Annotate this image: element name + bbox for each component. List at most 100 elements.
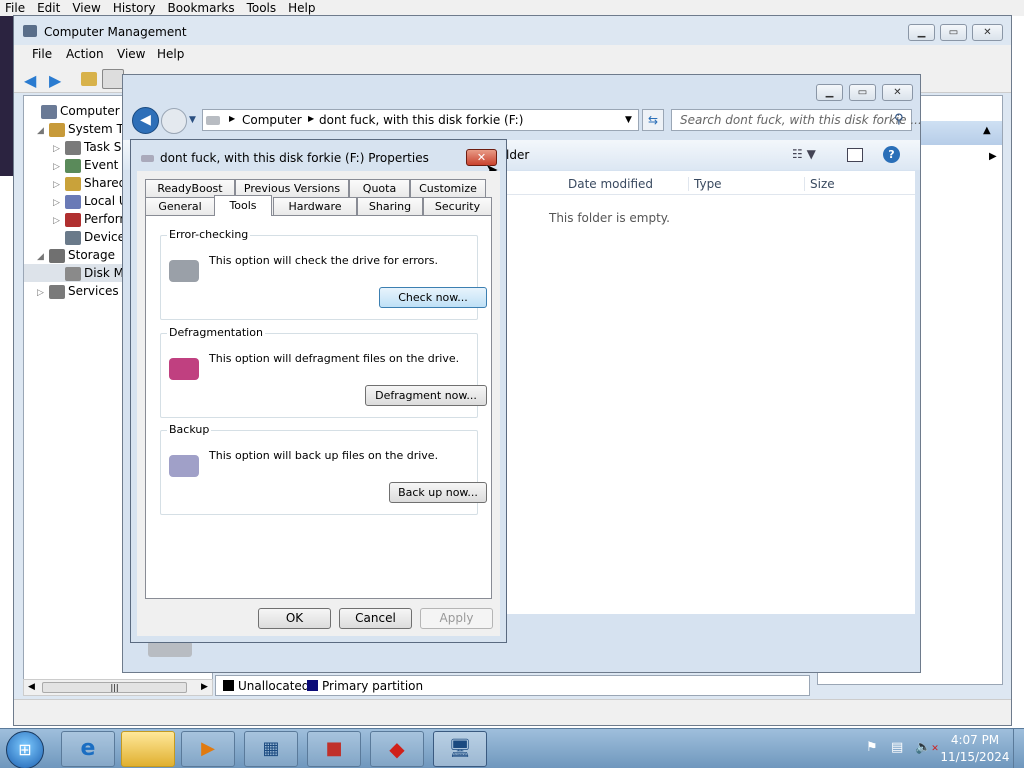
column-header-row: Date modified Type Size bbox=[506, 171, 915, 195]
host-menu-item[interactable]: Edit bbox=[37, 1, 60, 15]
taskbar-media-player-icon[interactable]: ▶ bbox=[181, 731, 235, 767]
explorer-forward-button[interactable] bbox=[161, 108, 187, 134]
back-arrow-icon[interactable]: ◀ bbox=[24, 71, 36, 90]
disk-check-icon bbox=[169, 260, 199, 282]
host-menu-item[interactable]: Help bbox=[288, 1, 315, 15]
host-menu-item[interactable]: Bookmarks bbox=[168, 1, 235, 15]
tab-quota[interactable]: Quota bbox=[349, 179, 410, 198]
tree-item-label: Storage bbox=[68, 248, 115, 262]
taskbar-ie-icon[interactable]: e bbox=[61, 731, 115, 767]
explorer-back-button[interactable]: ◀ bbox=[132, 107, 159, 134]
menu-file[interactable]: File bbox=[32, 47, 52, 61]
collapse-actions-icon[interactable]: ▲ bbox=[983, 125, 991, 136]
host-menu-item[interactable]: File bbox=[5, 1, 25, 15]
file-list: Date modified Type Size This folder is e… bbox=[506, 171, 915, 614]
tab-tools-active[interactable]: Tools bbox=[214, 195, 272, 216]
tab-general[interactable]: General bbox=[145, 197, 215, 216]
dialog-body: ReadyBoost Previous Versions Quota Customiz… bbox=[137, 171, 500, 636]
host-menu-item[interactable]: History bbox=[113, 1, 156, 15]
group-error-checking: Error-checking This option will check the… bbox=[160, 228, 487, 320]
ok-button[interactable]: OK bbox=[258, 608, 331, 629]
tree-item-label: Device bbox=[84, 230, 126, 244]
apply-button[interactable]: Apply bbox=[420, 608, 493, 629]
taskbar-network-icon[interactable]: ▦ bbox=[244, 731, 298, 767]
tree-node-icon bbox=[65, 266, 81, 281]
menu-view[interactable]: View bbox=[117, 47, 145, 61]
preview-pane-icon[interactable] bbox=[847, 148, 863, 162]
column-type[interactable]: Type bbox=[688, 177, 722, 191]
taskbar-explorer-icon[interactable] bbox=[121, 731, 175, 767]
menu-action[interactable]: Action bbox=[66, 47, 104, 61]
refresh-button[interactable]: ⇆ bbox=[642, 109, 664, 131]
action-center-flag-icon[interactable]: ⚑ bbox=[866, 740, 878, 755]
tree-item-label: System To bbox=[68, 122, 130, 136]
forward-arrow-icon[interactable]: ▶ bbox=[49, 71, 61, 90]
search-input[interactable]: Search dont fuck, with this disk forkie … bbox=[680, 113, 922, 127]
history-dropdown-icon[interactable]: ▼ bbox=[189, 115, 196, 125]
defragment-now-button[interactable]: Defragment now... bbox=[365, 385, 487, 406]
host-menu-item[interactable]: View bbox=[72, 1, 100, 15]
cancel-button[interactable]: Cancel bbox=[339, 608, 412, 629]
legend-unallocated-swatch bbox=[223, 680, 234, 691]
tab-customize[interactable]: Customize bbox=[410, 179, 486, 198]
host-accent-strip bbox=[0, 16, 14, 176]
group-description: This option will defragment files on the… bbox=[209, 352, 460, 365]
volume-muted-icon[interactable]: 🔈✕ bbox=[915, 740, 939, 755]
dialog-title: dont fuck, with this disk forkie (F:) Pr… bbox=[160, 151, 429, 165]
clock-time[interactable]: 4:07 PM bbox=[940, 733, 1010, 747]
tree-expander-icon[interactable]: ▷ bbox=[37, 284, 49, 302]
show-desktop-button[interactable] bbox=[1013, 729, 1024, 768]
breadcrumb-computer[interactable]: Computer bbox=[242, 113, 302, 127]
backup-icon bbox=[169, 455, 199, 477]
tree-node-icon bbox=[65, 212, 81, 227]
properties-dialog: dont fuck, with this disk forkie (F:) Pr… bbox=[130, 139, 507, 643]
group-description: This option will check the drive for err… bbox=[209, 254, 438, 267]
check-now-button[interactable]: Check now... bbox=[379, 287, 487, 308]
taskbar-computer-management-icon[interactable]: 🖥 bbox=[433, 731, 487, 767]
tab-hardware[interactable]: Hardware bbox=[273, 197, 357, 216]
maximize-button[interactable]: ▭ bbox=[940, 24, 967, 41]
host-menu-item[interactable]: Tools bbox=[247, 1, 277, 15]
scroll-left-arrow-icon[interactable]: ◀ bbox=[28, 682, 35, 692]
tree-node-icon bbox=[65, 140, 81, 155]
view-options-icon[interactable]: ☷ ▼ bbox=[792, 147, 816, 161]
tree-node-icon bbox=[65, 230, 81, 245]
command-partial-label[interactable]: lder bbox=[506, 148, 529, 162]
breadcrumb-drive[interactable]: dont fuck, with this disk forkie (F:) bbox=[319, 113, 523, 127]
group-description: This option will back up files on the dr… bbox=[209, 449, 439, 462]
explorer-close-button[interactable]: ✕ bbox=[882, 84, 913, 101]
search-box[interactable]: Search dont fuck, with this disk forkie … bbox=[671, 109, 922, 131]
scroll-right-arrow-icon[interactable]: ▶ bbox=[201, 682, 208, 692]
taskbar-red-app-icon[interactable]: ◆ bbox=[370, 731, 424, 767]
network-tray-icon[interactable]: ▤ bbox=[891, 740, 903, 755]
up-folder-icon[interactable] bbox=[81, 72, 97, 86]
close-button[interactable]: ✕ bbox=[972, 24, 1003, 41]
defragment-icon bbox=[169, 358, 199, 380]
scroll-thumb[interactable]: ||| bbox=[42, 682, 187, 693]
tab-security[interactable]: Security bbox=[423, 197, 492, 216]
back-up-now-button[interactable]: Back up now... bbox=[389, 482, 487, 503]
help-icon[interactable]: ? bbox=[883, 146, 900, 163]
address-bar[interactable]: ▶ Computer ▶ dont fuck, with this disk f… bbox=[202, 109, 639, 131]
explorer-minimize-button[interactable]: ▁ bbox=[816, 84, 843, 101]
address-dropdown-icon[interactable]: ▼ bbox=[625, 115, 632, 125]
menu-help[interactable]: Help bbox=[157, 47, 184, 61]
tree-node-icon bbox=[65, 176, 81, 191]
tree-node-icon bbox=[41, 104, 57, 119]
tree-scrollbar[interactable]: ◀ ||| ▶ bbox=[23, 679, 213, 696]
taskbar: ⊞ e ▶ ▦ ■ ◆ 🖥 ⚑ ▤ 🔈✕ 4:07 PM 11/15/2024 bbox=[0, 728, 1024, 768]
tab-sharing[interactable]: Sharing bbox=[357, 197, 423, 216]
show-hide-tree-icon[interactable] bbox=[102, 69, 124, 89]
explorer-maximize-button[interactable]: ▭ bbox=[849, 84, 876, 101]
taskbar-toolbox-icon[interactable]: ■ bbox=[307, 731, 361, 767]
drive-icon bbox=[206, 116, 220, 125]
group-label: Defragmentation bbox=[167, 326, 265, 339]
more-actions-icon[interactable]: ▶ bbox=[989, 151, 997, 162]
column-size[interactable]: Size bbox=[804, 177, 835, 191]
group-label: Backup bbox=[167, 423, 212, 436]
clock-date[interactable]: 11/15/2024 bbox=[940, 750, 1010, 764]
minimize-button[interactable]: ▁ bbox=[908, 24, 935, 41]
search-icon[interactable]: ⚲ bbox=[894, 112, 904, 127]
start-button[interactable]: ⊞ bbox=[6, 731, 44, 768]
column-date-modified[interactable]: Date modified bbox=[568, 177, 653, 191]
